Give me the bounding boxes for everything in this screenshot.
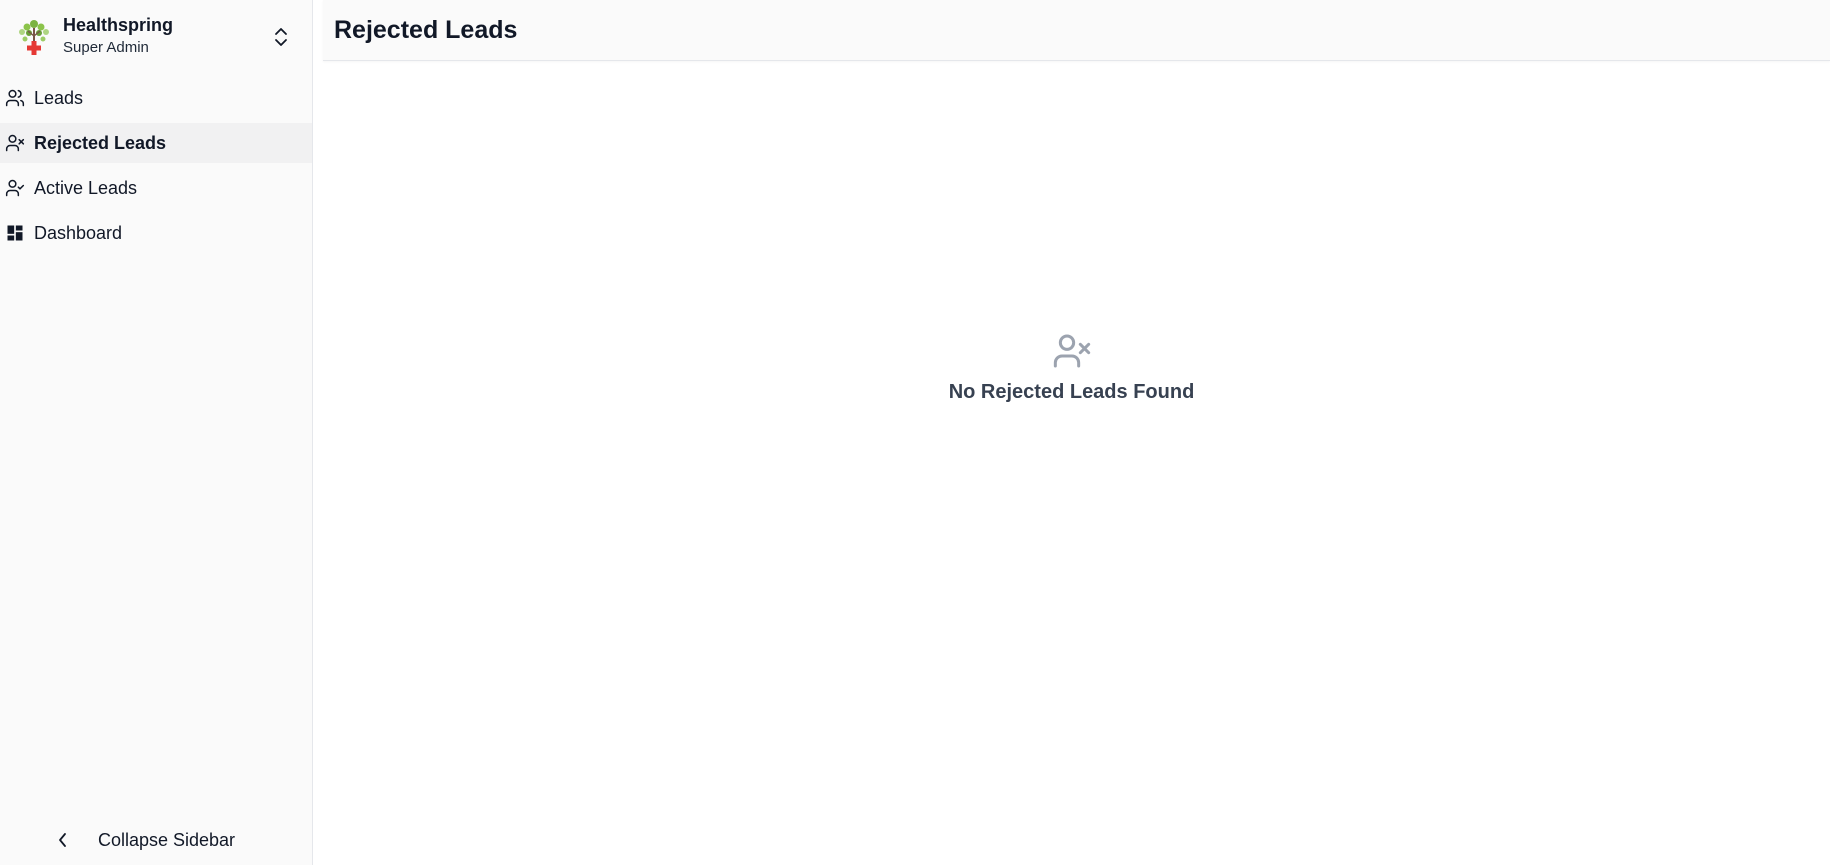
org-role: Super Admin: [63, 39, 149, 56]
sidebar-item-label: Dashboard: [34, 222, 123, 243]
collapse-sidebar-label: Collapse Sidebar: [97, 829, 236, 850]
sidebar-nav: Leads Rejected Leads Active Leads Dashbo…: [0, 78, 312, 253]
sidebar-item-label: Leads: [34, 87, 84, 108]
empty-state-message: No Rejected Leads Found: [948, 381, 1195, 403]
app-root: Healthspring Super Admin Leads Rejected …: [0, 0, 1830, 865]
user-x-icon: [5, 133, 25, 153]
sidebar-item-dashboard[interactable]: Dashboard: [0, 213, 312, 253]
user-x-icon: [1053, 334, 1090, 368]
sidebar-item-active-leads[interactable]: Active Leads: [0, 168, 312, 208]
sidebar-item-rejected-leads[interactable]: Rejected Leads: [0, 123, 312, 163]
users-icon: [5, 88, 25, 108]
org-switcher[interactable]: Healthspring Super Admin: [0, 0, 312, 72]
org-name: Healthspring: [63, 15, 174, 35]
chevron-up-down-icon: [275, 28, 287, 46]
healthspring-logo-icon: [19, 20, 49, 55]
collapse-sidebar-button[interactable]: Collapse Sidebar: [0, 825, 313, 855]
sidebar-item-label: Active Leads: [34, 177, 138, 198]
page-header: Rejected Leads: [323, 0, 1830, 61]
chevron-left-icon: [59, 833, 66, 847]
user-check-icon: [5, 178, 25, 198]
page-title: Rejected Leads: [334, 15, 518, 44]
dashboard-icon: [5, 223, 25, 243]
org-text: Healthspring Super Admin: [63, 14, 173, 58]
sidebar-item-label: Rejected Leads: [34, 132, 167, 153]
empty-state: No Rejected Leads Found: [313, 331, 1830, 404]
main-content: Rejected Leads No Rejected Leads Found: [313, 0, 1830, 865]
content-area: No Rejected Leads Found: [313, 61, 1830, 865]
sidebar: Healthspring Super Admin Leads Rejected …: [0, 0, 313, 865]
sidebar-item-leads[interactable]: Leads: [0, 78, 312, 118]
